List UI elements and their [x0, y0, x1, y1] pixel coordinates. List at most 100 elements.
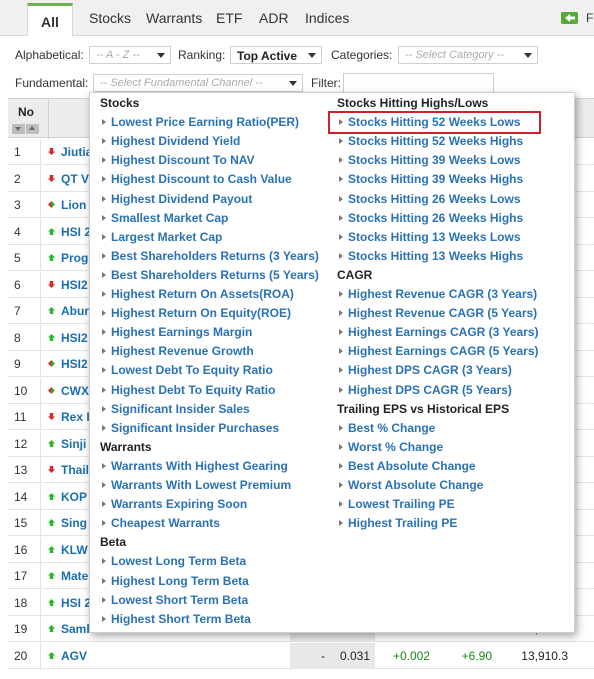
menu-item-highest-dps-cagr-5-years[interactable]: Highest DPS CAGR (5 Years): [337, 383, 512, 397]
categories-label: Categories:: [331, 48, 393, 62]
stock-name-link[interactable]: Sing: [61, 516, 87, 530]
stock-name-link[interactable]: HSI 2: [61, 225, 91, 239]
stock-name-link[interactable]: Abur: [61, 304, 89, 318]
menu-item-warrants-with-lowest-premium[interactable]: Warrants With Lowest Premium: [100, 478, 291, 492]
menu-item-worst-change[interactable]: Worst % Change: [337, 440, 443, 454]
up-arrow-icon: [48, 439, 55, 447]
menu-item-lowest-debt-to-equity-ratio[interactable]: Lowest Debt To Equity Ratio: [100, 363, 273, 377]
column-divider: [40, 165, 41, 192]
menu-item-highest-dividend-payout[interactable]: Highest Dividend Payout: [100, 192, 252, 206]
menu-item-stocks-hitting-52-weeks-highs[interactable]: Stocks Hitting 52 Weeks Highs: [337, 134, 523, 148]
menu-item-warrants-with-highest-gearing[interactable]: Warrants With Highest Gearing: [100, 459, 288, 473]
fundamental-select[interactable]: -- Select Fundamental Channel --: [93, 74, 303, 92]
categories-select[interactable]: -- Select Category --: [398, 46, 538, 64]
menu-item-highest-short-term-beta[interactable]: Highest Short Term Beta: [100, 612, 251, 626]
categories-value: -- Select Category --: [405, 49, 505, 61]
column-divider: [40, 351, 41, 377]
row-number: 4: [14, 224, 21, 239]
refresh-icon[interactable]: [560, 10, 580, 26]
stock-name-link[interactable]: Prog: [61, 251, 88, 265]
column-header-no[interactable]: No: [18, 105, 34, 119]
tab-warrants[interactable]: Warrants: [146, 10, 202, 26]
stock-name-link[interactable]: Rex I: [61, 410, 90, 424]
stock-name-link[interactable]: HSI2: [61, 278, 88, 292]
menu-item-lowest-short-term-beta[interactable]: Lowest Short Term Beta: [100, 593, 248, 607]
sort-desc-icon[interactable]: [12, 124, 25, 134]
menu-item-highest-debt-to-equity-ratio[interactable]: Highest Debt To Equity Ratio: [100, 383, 275, 397]
stock-name-link[interactable]: HSI2: [61, 357, 88, 371]
up-arrow-icon: [48, 598, 55, 606]
menu-item-warrants-expiring-soon[interactable]: Warrants Expiring Soon: [100, 497, 247, 511]
stock-name-link[interactable]: KLW: [61, 543, 88, 557]
sort-asc-icon[interactable]: [26, 124, 39, 134]
menu-item-highest-return-on-assets-roa[interactable]: Highest Return On Assets(ROA): [100, 287, 294, 301]
menu-item-highest-return-on-equity-roe[interactable]: Highest Return On Equity(ROE): [100, 306, 291, 320]
menu-item-highest-revenue-growth[interactable]: Highest Revenue Growth: [100, 344, 254, 358]
filter-input[interactable]: [343, 73, 494, 93]
menu-item-highest-discount-to-cash-value[interactable]: Highest Discount to Cash Value: [100, 172, 292, 186]
menu-item-stocks-hitting-26-weeks-highs[interactable]: Stocks Hitting 26 Weeks Highs: [337, 211, 523, 225]
column-divider: [40, 642, 41, 669]
menu-item-cheapest-warrants[interactable]: Cheapest Warrants: [100, 516, 220, 530]
stock-name-link[interactable]: AGV: [61, 649, 87, 663]
menu-item-largest-market-cap[interactable]: Largest Market Cap: [100, 230, 222, 244]
stock-name-link[interactable]: CWX: [61, 384, 89, 398]
tab-indices[interactable]: Indices: [305, 10, 349, 26]
stock-name-link[interactable]: KOP: [61, 490, 87, 504]
menu-item-best-shareholders-returns-5-years[interactable]: Best Shareholders Returns (5 Years): [100, 268, 319, 282]
menu-item-stocks-hitting-13-weeks-highs[interactable]: Stocks Hitting 13 Weeks Highs: [337, 249, 523, 263]
stock-name-link[interactable]: Sinji: [61, 437, 86, 451]
column-divider: [40, 457, 41, 483]
menu-item-highest-earnings-cagr-5-years[interactable]: Highest Earnings CAGR (5 Years): [337, 344, 539, 358]
stock-name-link[interactable]: QT V: [61, 172, 89, 186]
tab-etf[interactable]: ETF: [216, 10, 242, 26]
menu-item-lowest-trailing-pe[interactable]: Lowest Trailing PE: [337, 497, 455, 511]
menu-item-significant-insider-purchases[interactable]: Significant Insider Purchases: [100, 421, 279, 435]
mixed-arrow-icon: [48, 201, 55, 208]
column-divider: [40, 404, 41, 430]
stock-name-link[interactable]: Mate: [61, 569, 88, 583]
table-row[interactable]: 20 AGV -0.031 +0.002 +6.90 13,910.3: [8, 642, 594, 669]
menu-item-highest-revenue-cagr-3-years[interactable]: Highest Revenue CAGR (3 Years): [337, 287, 537, 301]
down-arrow-icon: [48, 413, 55, 420]
menu-item-highest-long-term-beta[interactable]: Highest Long Term Beta: [100, 574, 249, 588]
menu-item-lowest-price-earning-ratio-per[interactable]: Lowest Price Earning Ratio(PER): [100, 115, 299, 129]
row-number: 17: [14, 569, 28, 583]
tab-stocks[interactable]: Stocks: [89, 10, 131, 26]
stock-name-link[interactable]: Thail: [61, 463, 89, 477]
row-number: 18: [14, 595, 28, 610]
ranking-select[interactable]: Top Active: [230, 46, 322, 64]
menu-item-significant-insider-sales[interactable]: Significant Insider Sales: [100, 402, 250, 416]
stock-name-link[interactable]: HSI2: [61, 331, 88, 345]
menu-item-stocks-hitting-26-weeks-lows[interactable]: Stocks Hitting 26 Weeks Lows: [337, 192, 521, 206]
menu-item-stocks-hitting-39-weeks-highs[interactable]: Stocks Hitting 39 Weeks Highs: [337, 172, 523, 186]
menu-item-highest-dps-cagr-3-years[interactable]: Highest DPS CAGR (3 Years): [337, 363, 512, 377]
column-divider: [40, 271, 41, 298]
menu-item-highest-revenue-cagr-5-years[interactable]: Highest Revenue CAGR (5 Years): [337, 306, 537, 320]
row-number: 5: [14, 251, 21, 265]
menu-item-highest-dividend-yield[interactable]: Highest Dividend Yield: [100, 134, 240, 148]
menu-item-best-shareholders-returns-3-years[interactable]: Best Shareholders Returns (3 Years): [100, 249, 319, 263]
alphabetical-select[interactable]: -- A - Z --: [89, 46, 171, 64]
menu-item-best-change[interactable]: Best % Change: [337, 421, 435, 435]
up-arrow-icon: [48, 492, 55, 500]
menu-item-stocks-hitting-13-weeks-lows[interactable]: Stocks Hitting 13 Weeks Lows: [337, 230, 521, 244]
row-number: 13: [14, 463, 28, 477]
menu-item-highest-trailing-pe[interactable]: Highest Trailing PE: [337, 516, 457, 530]
stock-name-link[interactable]: HSI 2: [61, 596, 91, 610]
tab-adr[interactable]: ADR: [259, 10, 289, 26]
menu-item-highest-earnings-margin[interactable]: Highest Earnings Margin: [100, 325, 252, 339]
column-divider: [40, 483, 41, 510]
menu-item-highest-discount-to-nav[interactable]: Highest Discount To NAV: [100, 153, 255, 167]
stock-name-link[interactable]: Lion: [61, 198, 86, 212]
menu-item-stocks-hitting-39-weeks-lows[interactable]: Stocks Hitting 39 Weeks Lows: [337, 153, 521, 167]
menu-item-best-absolute-change[interactable]: Best Absolute Change: [337, 459, 476, 473]
menu-item-lowest-long-term-beta[interactable]: Lowest Long Term Beta: [100, 554, 246, 568]
menu-item-smallest-market-cap[interactable]: Smallest Market Cap: [100, 211, 228, 225]
stock-name-link[interactable]: Jiutia: [61, 145, 92, 159]
tab-all[interactable]: All: [27, 3, 73, 36]
column-divider: [40, 218, 41, 245]
menu-item-highest-earnings-cagr-3-years[interactable]: Highest Earnings CAGR (3 Years): [337, 325, 539, 339]
menu-item-worst-absolute-change[interactable]: Worst Absolute Change: [337, 478, 483, 492]
mixed-arrow-icon: [48, 386, 55, 394]
